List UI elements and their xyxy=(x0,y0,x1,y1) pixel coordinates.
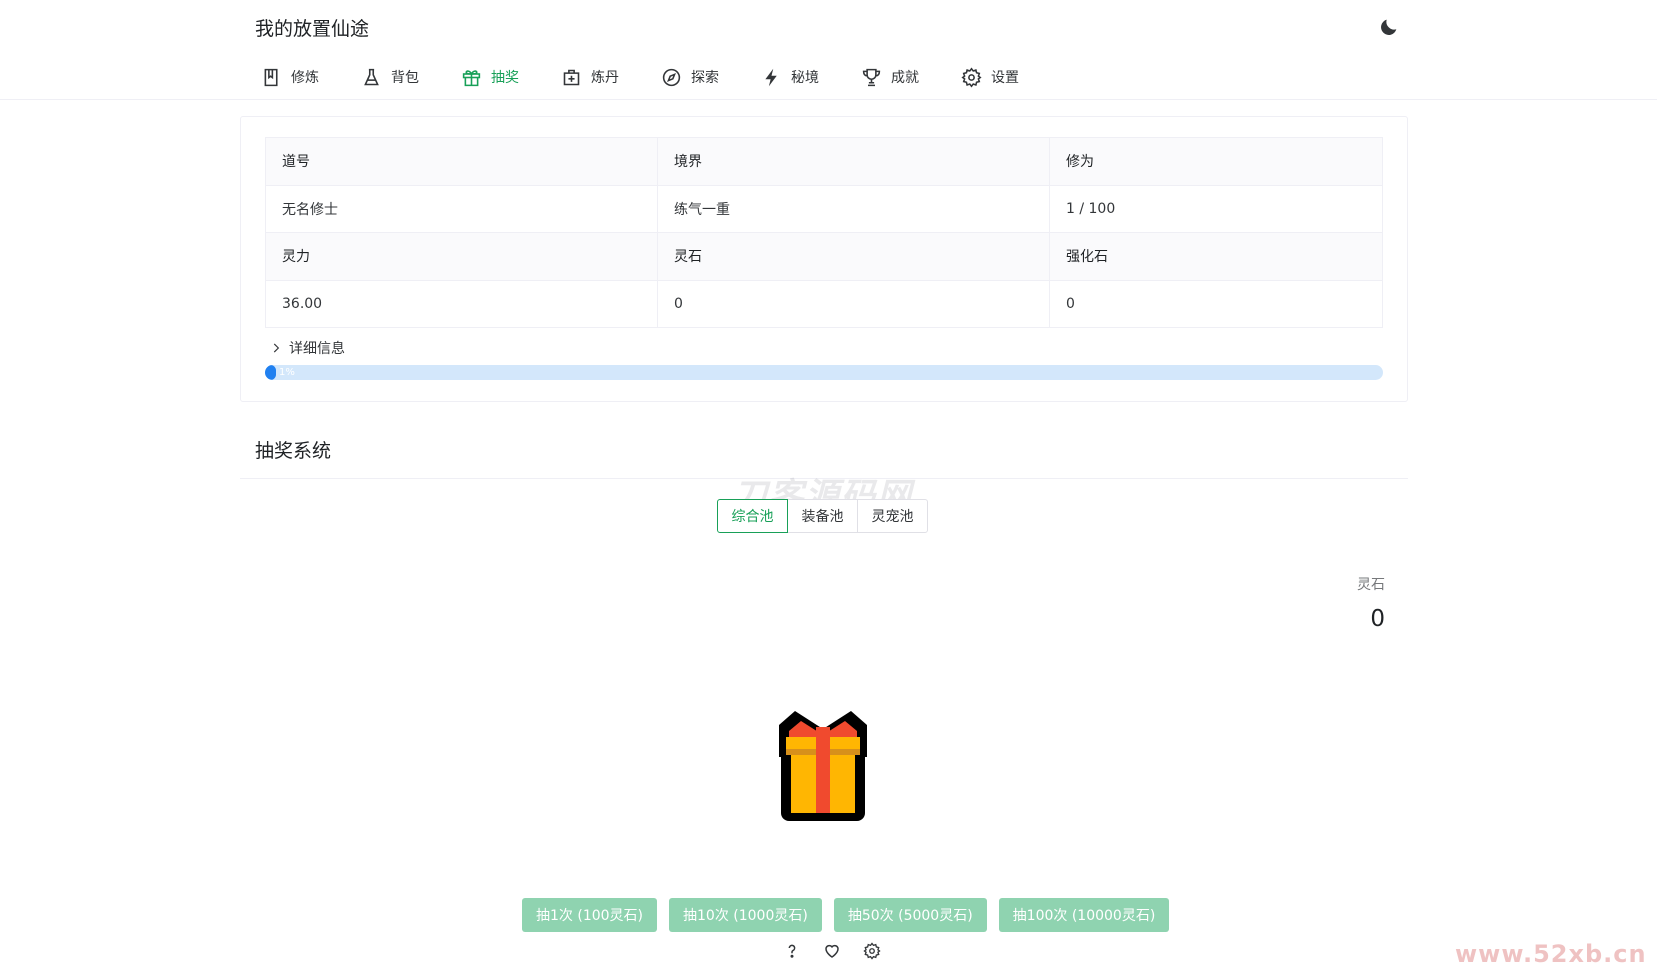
spirit-stone-stat: 灵石 0 xyxy=(1290,574,1385,632)
player-status-card: 道号 境界 修为 无名修士 练气一重 1 / 100 灵力 灵石 强化石 36.… xyxy=(240,116,1408,402)
gift-box-icon xyxy=(779,711,867,821)
flask-icon xyxy=(364,68,379,85)
nav-item-bag[interactable]: 背包 xyxy=(355,62,455,92)
moon-icon[interactable] xyxy=(1378,16,1400,38)
tab-pet-pool[interactable]: 灵宠池 xyxy=(857,499,928,533)
section-title: 抽奖系统 xyxy=(255,440,332,462)
nav-item-alchemy[interactable]: 炼丹 xyxy=(555,62,655,92)
compass-icon xyxy=(662,68,681,86)
nav-label: 抽奖 xyxy=(491,70,519,86)
medkit-icon xyxy=(563,69,580,85)
draw-actions: 抽1次 (100灵石) 抽10次 (1000灵石) 抽50次 (5000灵石) … xyxy=(522,898,1181,932)
table-cell: 1 / 100 xyxy=(1049,184,1383,233)
draw-50-button[interactable]: 抽50次 (5000灵石) xyxy=(833,898,987,932)
table-row: 灵力 灵石 强化石 xyxy=(265,232,1383,281)
help-icon[interactable] xyxy=(772,942,812,960)
footer-icons xyxy=(772,942,892,960)
gear-icon[interactable] xyxy=(852,942,892,960)
table-row: 无名修士 练气一重 1 / 100 xyxy=(265,184,1383,233)
nav-label: 成就 xyxy=(891,70,919,86)
draw-100-button[interactable]: 抽100次 (10000灵石) xyxy=(998,898,1170,932)
table-cell: 0 xyxy=(657,279,1050,328)
nav-label: 秘境 xyxy=(791,70,819,86)
trophy-icon xyxy=(862,68,881,86)
stat-label: 灵石 xyxy=(1357,577,1385,593)
nav-item-achievements[interactable]: 成就 xyxy=(855,62,955,92)
detail-info-label: 详细信息 xyxy=(289,341,345,357)
main-nav: 修炼 背包 抽奖 炼丹 探索 秘境 成就 设置 xyxy=(255,62,1055,92)
nav-label: 设置 xyxy=(991,70,1019,86)
progress-fill xyxy=(265,365,277,380)
nav-item-explore[interactable]: 探索 xyxy=(655,62,755,92)
watermark-corner: www.52xb.cn xyxy=(1455,940,1647,968)
tab-equipment-pool[interactable]: 装备池 xyxy=(787,499,858,533)
player-info-table: 道号 境界 修为 无名修士 练气一重 1 / 100 灵力 灵石 强化石 36.… xyxy=(265,137,1383,328)
book-icon xyxy=(264,68,278,86)
nav-item-cultivate[interactable]: 修炼 xyxy=(255,62,355,92)
table-cell: 灵石 xyxy=(657,232,1050,281)
table-cell: 灵力 xyxy=(265,232,658,281)
nav-item-secret-realm[interactable]: 秘境 xyxy=(755,62,855,92)
table-cell: 36.00 xyxy=(265,279,658,328)
nav-item-settings[interactable]: 设置 xyxy=(955,62,1055,92)
chevron-right-icon xyxy=(273,343,280,353)
table-cell: 强化石 xyxy=(1049,232,1383,281)
gear-icon xyxy=(961,66,982,88)
table-row: 道号 境界 修为 xyxy=(265,137,1383,186)
heart-icon[interactable] xyxy=(812,942,852,960)
table-cell: 0 xyxy=(1049,279,1383,328)
table-cell: 修为 xyxy=(1049,137,1383,186)
table-cell: 道号 xyxy=(265,137,658,186)
nav-label: 炼丹 xyxy=(591,70,619,86)
table-row: 36.00 0 0 xyxy=(265,279,1383,328)
stat-value: 0 xyxy=(1370,606,1385,632)
tab-general-pool[interactable]: 综合池 xyxy=(717,499,788,533)
lightning-icon xyxy=(765,68,777,86)
cultivation-progress-bar: 1% xyxy=(265,365,1383,380)
progress-label: 1% xyxy=(279,367,295,378)
table-cell: 境界 xyxy=(657,137,1050,186)
nav-label: 修炼 xyxy=(291,70,319,86)
app-title: 我的放置仙途 xyxy=(255,18,370,40)
draw-10-button[interactable]: 抽10次 (1000灵石) xyxy=(669,898,822,932)
detail-info-toggle[interactable]: 详细信息 xyxy=(269,338,345,358)
nav-label: 探索 xyxy=(691,70,719,86)
nav-item-gacha[interactable]: 抽奖 xyxy=(455,62,555,92)
table-cell: 无名修士 xyxy=(265,184,658,233)
table-cell: 练气一重 xyxy=(657,184,1050,233)
gift-icon xyxy=(462,69,481,86)
pool-tabs: 综合池 装备池 灵宠池 xyxy=(717,499,928,533)
app-header: 我的放置仙途 修炼 背包 抽奖 炼丹 探索 秘境 成就 设置 xyxy=(0,0,1657,100)
draw-1-button[interactable]: 抽1次 (100灵石) xyxy=(522,898,658,932)
nav-label: 背包 xyxy=(391,70,419,86)
